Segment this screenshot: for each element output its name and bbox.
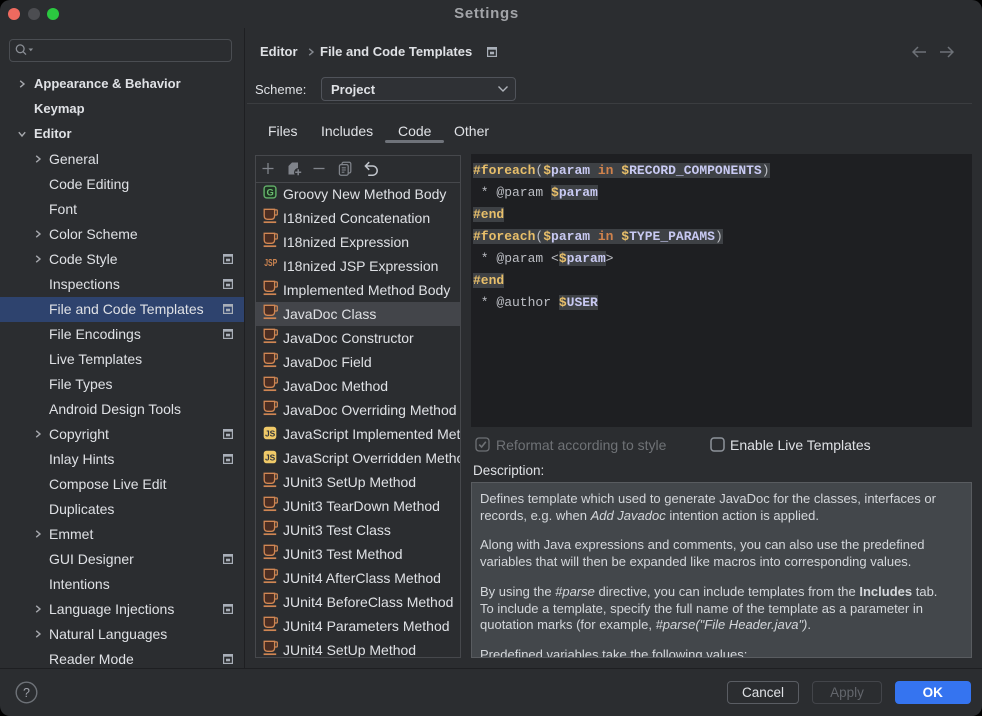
svg-text:?: ? [23, 686, 30, 700]
svg-text:JS: JS [265, 453, 276, 463]
svg-text:G: G [266, 187, 273, 198]
svg-text:JS: JS [265, 429, 276, 439]
svg-text:JSP: JSP [264, 258, 277, 269]
